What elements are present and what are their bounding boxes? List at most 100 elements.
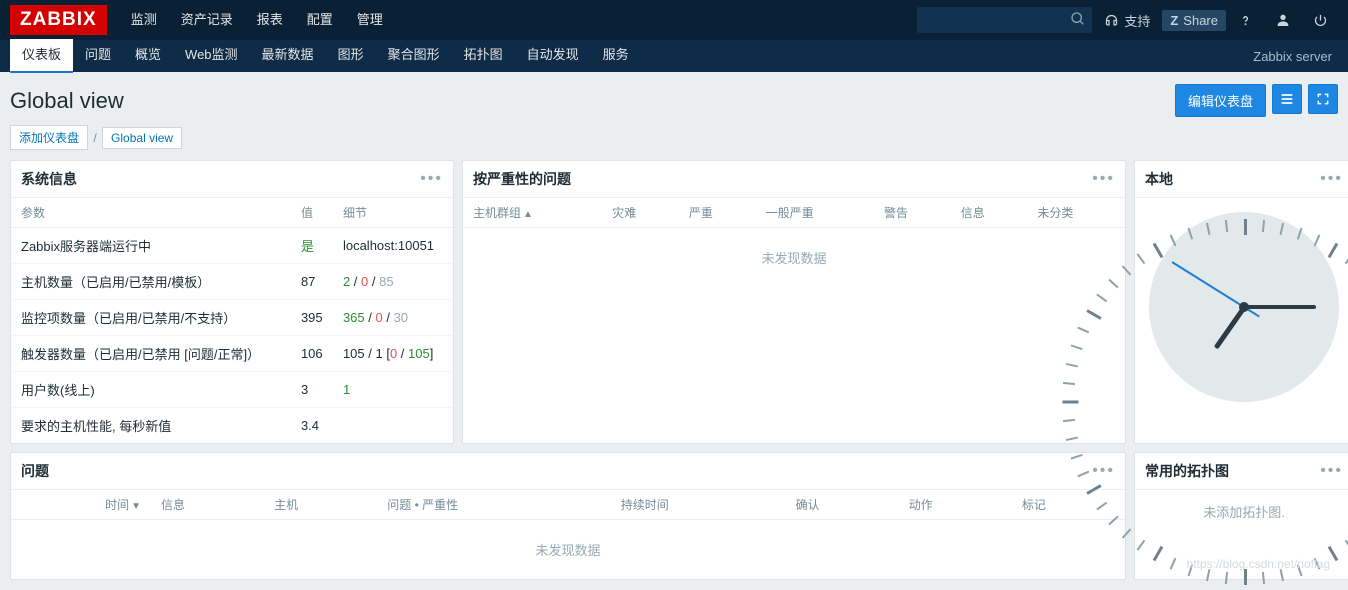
- table-row: 触发器数量（已启用/已禁用 [问题/正常]）106105 / 1 [0 / 10…: [11, 336, 453, 372]
- table-row: 要求的主机性能, 每秒新值3.4: [11, 408, 453, 444]
- table-header[interactable]: 确认: [786, 490, 899, 520]
- help-icon[interactable]: [1228, 13, 1263, 28]
- top-menu-item[interactable]: 配置: [295, 0, 345, 40]
- power-icon[interactable]: [1303, 13, 1338, 28]
- table-header[interactable]: 严重: [679, 198, 756, 228]
- sub-menu-item[interactable]: 仪表板: [10, 39, 73, 73]
- user-icon[interactable]: [1265, 12, 1301, 28]
- cell-value: 3.4: [291, 408, 333, 444]
- breadcrumb-add[interactable]: 添加仪表盘: [10, 125, 88, 150]
- top-menu-item[interactable]: 监测: [119, 0, 169, 40]
- cell-detail: [333, 408, 453, 444]
- breadcrumb-current[interactable]: Global view: [102, 127, 182, 149]
- sub-navbar: 仪表板问题概览Web监测最新数据图形聚合图形拓扑图自动发现服务 Zabbix s…: [0, 40, 1348, 72]
- cell-detail: 1: [333, 372, 453, 408]
- cell-value: 3: [291, 372, 333, 408]
- table-row: 用户数(线上)31: [11, 372, 453, 408]
- cell-param: 要求的主机性能, 每秒新值: [11, 408, 291, 444]
- sub-menu-item[interactable]: 聚合图形: [376, 39, 452, 73]
- table-header[interactable]: 灾难: [602, 198, 679, 228]
- clock-tick: [1225, 220, 1228, 232]
- table-header[interactable]: 参数: [11, 198, 291, 228]
- top-menu: 监测资产记录报表配置管理: [119, 0, 395, 40]
- widget-problems-severity: 按严重性的问题 ••• 主机群组▲灾难严重一般严重警告信息未分类 未发现数据: [462, 160, 1126, 444]
- support-label: 支持: [1124, 11, 1150, 30]
- cell-value: 87: [291, 264, 333, 300]
- edit-dashboard-button[interactable]: 编辑仪表盘: [1175, 84, 1266, 117]
- problems-title: 问题: [21, 461, 49, 481]
- cell-param: 用户数(线上): [11, 372, 291, 408]
- cell-param: 主机数量（已启用/已禁用/模板）: [11, 264, 291, 300]
- top-menu-item[interactable]: 管理: [345, 0, 395, 40]
- table-header[interactable]: 信息: [151, 490, 264, 520]
- table-header[interactable]: 时间▼: [11, 490, 151, 520]
- sub-menu-item[interactable]: 服务: [591, 39, 641, 73]
- clock-tick: [1206, 223, 1210, 235]
- z-icon: Z: [1170, 13, 1178, 28]
- table-header[interactable]: 细节: [333, 198, 453, 228]
- table-header[interactable]: 标记: [1012, 490, 1125, 520]
- local-title: 本地: [1145, 169, 1173, 189]
- top-menu-item[interactable]: 资产记录: [169, 0, 245, 40]
- sub-menu-item[interactable]: 拓扑图: [452, 39, 515, 73]
- problems-table: 时间▼信息主机问题 • 严重性持续时间确认动作标记 未发现数据: [11, 490, 1125, 579]
- favmap-empty: 未添加拓扑图.: [1135, 490, 1348, 533]
- cell-detail: localhost:10051: [333, 228, 453, 264]
- page-header: Global view 编辑仪表盘: [0, 72, 1348, 125]
- widget-menu-icon[interactable]: •••: [420, 170, 443, 188]
- table-header[interactable]: 持续时间: [611, 490, 786, 520]
- sub-menu-item[interactable]: Web监测: [173, 39, 250, 73]
- table-header[interactable]: 信息: [951, 198, 1028, 228]
- menu-list-button[interactable]: [1272, 84, 1302, 114]
- sub-menu-item[interactable]: 最新数据: [250, 39, 326, 73]
- sub-menu-item[interactable]: 自动发现: [515, 39, 591, 73]
- logo[interactable]: ZABBIX: [10, 5, 107, 35]
- widget-menu-icon[interactable]: •••: [1320, 462, 1343, 480]
- widget-local-clock: 本地 •••: [1134, 160, 1348, 444]
- widget-system-info: 系统信息 ••• 参数值细节 Zabbix服务器端运行中是localhost:1…: [10, 160, 454, 444]
- table-header[interactable]: 动作: [899, 490, 1012, 520]
- cell-detail: 2 / 0 / 85: [333, 264, 453, 300]
- widget-menu-icon[interactable]: •••: [1092, 170, 1115, 188]
- cell-param: 触发器数量（已启用/已禁用 [问题/正常]）: [11, 336, 291, 372]
- sub-menu-item[interactable]: 图形: [326, 39, 376, 73]
- clock-tick: [1137, 253, 1146, 264]
- clock-tick: [1244, 569, 1247, 585]
- table-row: 主机数量（已启用/已禁用/模板）872 / 0 / 85: [11, 264, 453, 300]
- share-label: Share: [1183, 13, 1218, 28]
- clock-tick: [1170, 234, 1177, 246]
- top-menu-item[interactable]: 报表: [245, 0, 295, 40]
- table-header[interactable]: 主机: [264, 490, 377, 520]
- table-header[interactable]: 问题 • 严重性: [377, 490, 611, 520]
- share-link[interactable]: Z Share: [1162, 10, 1226, 31]
- clock-tick: [1297, 228, 1303, 240]
- table-header[interactable]: 未分类: [1027, 198, 1125, 228]
- search-wrap: [917, 7, 1092, 33]
- cell-value: 395: [291, 300, 333, 336]
- table-row: Zabbix服务器端运行中是localhost:10051: [11, 228, 453, 264]
- cell-detail: 105 / 1 [0 / 105]: [333, 336, 453, 372]
- clock-tick: [1244, 219, 1247, 235]
- search-icon[interactable]: [1070, 11, 1086, 30]
- clock-tick: [1153, 243, 1164, 258]
- table-header[interactable]: 警告: [874, 198, 951, 228]
- support-link[interactable]: 支持: [1094, 11, 1160, 30]
- sub-menu-item[interactable]: 概览: [123, 39, 173, 73]
- dashboard-grid: 系统信息 ••• 参数值细节 Zabbix服务器端运行中是localhost:1…: [0, 160, 1348, 590]
- fullscreen-button[interactable]: [1308, 84, 1338, 114]
- table-header[interactable]: 值: [291, 198, 333, 228]
- sub-menu-item[interactable]: 问题: [73, 39, 123, 73]
- server-label[interactable]: Zabbix server: [1253, 49, 1338, 64]
- widget-menu-icon[interactable]: •••: [1320, 170, 1343, 188]
- severity-title: 按严重性的问题: [473, 169, 571, 189]
- clock-tick: [1063, 401, 1079, 404]
- search-input[interactable]: [917, 7, 1092, 33]
- widget-menu-icon[interactable]: •••: [1092, 462, 1115, 480]
- sysinfo-title: 系统信息: [21, 169, 77, 189]
- table-header[interactable]: 主机群组▲: [463, 198, 602, 228]
- clock-tick: [1328, 243, 1339, 258]
- cell-value: 是: [291, 228, 333, 264]
- table-header[interactable]: 一般严重: [756, 198, 874, 228]
- headset-icon: [1104, 13, 1119, 28]
- cell-param: Zabbix服务器端运行中: [11, 228, 291, 264]
